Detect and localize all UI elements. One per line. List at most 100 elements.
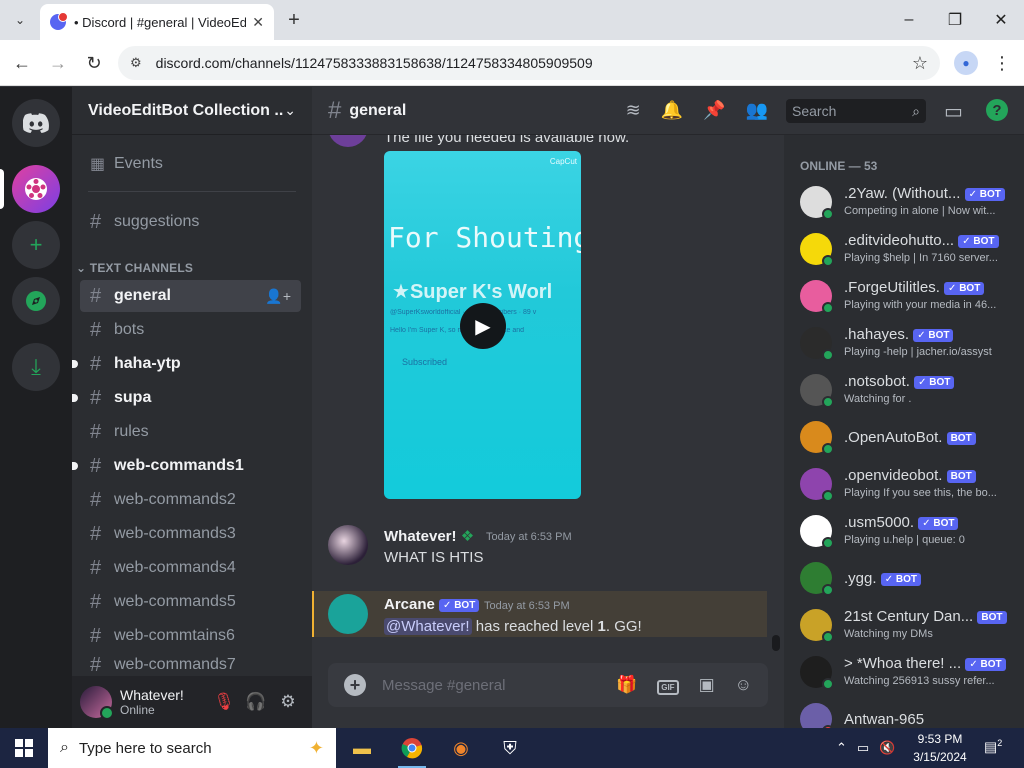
- message-input[interactable]: [382, 676, 597, 694]
- status-indicator: [822, 255, 834, 267]
- system-clock[interactable]: 9:53 PM 3/15/2024: [904, 730, 976, 766]
- discord-favicon-icon: [50, 12, 68, 30]
- headphones-deafened-icon[interactable]: 🎧: [240, 686, 272, 718]
- message-author[interactable]: Whatever! ❖: [384, 527, 474, 545]
- channel-suggestions[interactable]: # suggestions: [80, 206, 301, 238]
- channel-general[interactable]: # general 👤+: [80, 280, 301, 312]
- channel-web-commtains6[interactable]: # web-commtains6: [80, 620, 301, 652]
- user-info[interactable]: Whatever! Online: [120, 687, 208, 717]
- channel-web-commands5[interactable]: # web-commands5: [80, 586, 301, 618]
- search-input[interactable]: Search ⌕: [786, 99, 926, 123]
- new-tab-button[interactable]: +: [282, 8, 306, 32]
- chrome-icon[interactable]: [388, 728, 436, 768]
- gif-icon[interactable]: GIF: [657, 675, 679, 695]
- member-name-text: 21st Century Dan...: [844, 608, 978, 625]
- category-text-channels[interactable]: ⌄ TEXT CHANNELS: [76, 261, 193, 275]
- gear-icon[interactable]: ⚙: [272, 686, 304, 718]
- security-shield-icon[interactable]: ⛨: [486, 728, 534, 768]
- help-icon[interactable]: ?: [986, 99, 1008, 121]
- windows-start-icon[interactable]: [0, 728, 48, 768]
- minimize-button[interactable]: –: [886, 0, 932, 40]
- file-explorer-icon[interactable]: ▬: [338, 728, 386, 768]
- discord-home-icon[interactable]: [12, 99, 60, 147]
- inbox-icon[interactable]: ▭: [944, 99, 963, 124]
- threads-icon[interactable]: ≋: [626, 100, 641, 121]
- avatar[interactable]: [328, 135, 368, 147]
- events-item[interactable]: ▦ Events: [80, 148, 301, 180]
- member-item[interactable]: Antwan-965: [792, 698, 1022, 728]
- app-icon[interactable]: ◉: [437, 728, 485, 768]
- channel-haha-ytp[interactable]: # haha-ytp: [72, 348, 301, 380]
- member-list-icon[interactable]: 👥: [746, 100, 768, 121]
- message-author[interactable]: Arcane ✓ BOT: [384, 596, 480, 613]
- browser-menu-icon[interactable]: ⋮: [990, 51, 1014, 75]
- notification-center-icon[interactable]: ▤2: [984, 738, 1004, 758]
- avatar[interactable]: [328, 525, 368, 565]
- video-frame-subtitle-text: Super K's Worl: [409, 281, 553, 303]
- browser-tab[interactable]: • Discord | #general | VideoEdit ✕: [40, 4, 274, 40]
- member-item[interactable]: .OpenAutoBot. BOT: [792, 416, 1022, 458]
- hash-icon: #: [90, 624, 102, 647]
- bell-icon[interactable]: 🔔: [661, 100, 683, 121]
- channel-rules[interactable]: # rules: [80, 416, 301, 448]
- windows-taskbar: ⌕ Type here to search ✦ ▬ ◉ ⛨ ⌃ ▭ 🔇 9:53…: [0, 728, 1024, 768]
- download-apps-icon[interactable]: ⤓: [12, 343, 60, 391]
- taskbar-search-box[interactable]: ⌕ Type here to search ✦: [48, 728, 336, 768]
- server-header[interactable]: VideoEditBot Collection ... ⌄: [72, 87, 312, 135]
- channel-web-commands4[interactable]: # web-commands4: [80, 552, 301, 584]
- upload-plus-icon[interactable]: +: [344, 674, 366, 696]
- member-item[interactable]: .2Yaw. (Without... ✓ BOT Competing in alo…: [792, 181, 1022, 223]
- tab-search-button[interactable]: ⌄: [8, 8, 32, 32]
- channel-header: # general ≋ 🔔 📌 👥: [312, 87, 784, 135]
- scrollbar[interactable]: [772, 139, 780, 659]
- videoeditbot-server-icon[interactable]: [12, 165, 60, 213]
- pin-icon[interactable]: 📌: [703, 100, 725, 121]
- play-icon[interactable]: ▶: [460, 303, 506, 349]
- hash-icon: #: [90, 654, 102, 676]
- back-button[interactable]: ←: [10, 51, 34, 75]
- reload-button[interactable]: ↻: [82, 51, 106, 75]
- network-icon[interactable]: ▭: [857, 740, 869, 756]
- channel-web-commands7[interactable]: # web-commands7: [80, 654, 301, 676]
- site-info-icon[interactable]: ⚙: [130, 55, 142, 71]
- profile-avatar[interactable]: ●: [954, 51, 978, 75]
- video-attachment[interactable]: CapCut For Shouting ★Super K's Worl @Sup…: [384, 151, 581, 499]
- member-item[interactable]: 21st Century Dan... BOT Watching my DMs: [792, 604, 1022, 646]
- omnibox[interactable]: ⚙ discord.com/channels/11247583338831586…: [118, 46, 940, 80]
- member-item[interactable]: .usm5000. ✓ BOT Playing u.help | queue: 0: [792, 510, 1022, 552]
- avatar[interactable]: [80, 686, 114, 720]
- chevron-up-icon[interactable]: ⌃: [836, 740, 847, 756]
- bookmark-star-icon[interactable]: ☆: [912, 53, 928, 74]
- volume-muted-icon[interactable]: 🔇: [879, 740, 895, 756]
- emoji-icon[interactable]: ☺: [735, 675, 752, 695]
- member-item[interactable]: .ForgeUtilitles. ✓ BOT Playing with your …: [792, 275, 1022, 317]
- channel-web-commands2[interactable]: # web-commands2: [80, 484, 301, 516]
- maximize-button[interactable]: ❐: [932, 0, 978, 40]
- tab-close-icon[interactable]: ✕: [252, 14, 264, 31]
- sticker-icon[interactable]: ▣: [699, 675, 715, 695]
- add-server-icon[interactable]: +: [12, 221, 60, 269]
- member-name-text: .OpenAutoBot.: [844, 429, 947, 446]
- member-item[interactable]: .ygg. ✓ BOT: [792, 557, 1022, 599]
- avatar[interactable]: [328, 594, 368, 634]
- url-text[interactable]: discord.com/channels/1124758333883158638…: [156, 55, 912, 71]
- member-item[interactable]: .editvideohutto... ✓ BOT Playing $help | …: [792, 228, 1022, 270]
- member-item[interactable]: .hahayes. ✓ BOT Playing -help | jacher.io…: [792, 322, 1022, 364]
- user-mention[interactable]: @Whatever!: [384, 618, 472, 635]
- channel-bots[interactable]: # bots: [80, 314, 301, 346]
- channel-supa[interactable]: # supa: [72, 382, 301, 414]
- gift-icon[interactable]: 🎁: [616, 675, 637, 695]
- create-invite-icon[interactable]: 👤+: [265, 288, 291, 305]
- member-item[interactable]: > *Whoa there! ... ✓ BOT Watching 256913 …: [792, 651, 1022, 693]
- close-window-button[interactable]: ✕: [978, 0, 1024, 40]
- explore-servers-icon[interactable]: [12, 277, 60, 325]
- channel-web-commands1[interactable]: # web-commands1: [72, 450, 301, 482]
- address-bar: ← → ↻ ⚙ discord.com/channels/11247583338…: [0, 40, 1024, 86]
- member-item[interactable]: .openvideobot. BOT Playing If you see thi…: [792, 463, 1022, 505]
- mic-muted-icon[interactable]: 🎙: [208, 686, 240, 718]
- channel-web-commands3[interactable]: # web-commands3: [80, 518, 301, 550]
- scrollbar-thumb[interactable]: [772, 635, 780, 651]
- member-item[interactable]: .notsobot. ✓ BOT Watching for .: [792, 369, 1022, 411]
- message-body-text: . GG!: [605, 618, 642, 635]
- forward-button[interactable]: →: [46, 51, 70, 75]
